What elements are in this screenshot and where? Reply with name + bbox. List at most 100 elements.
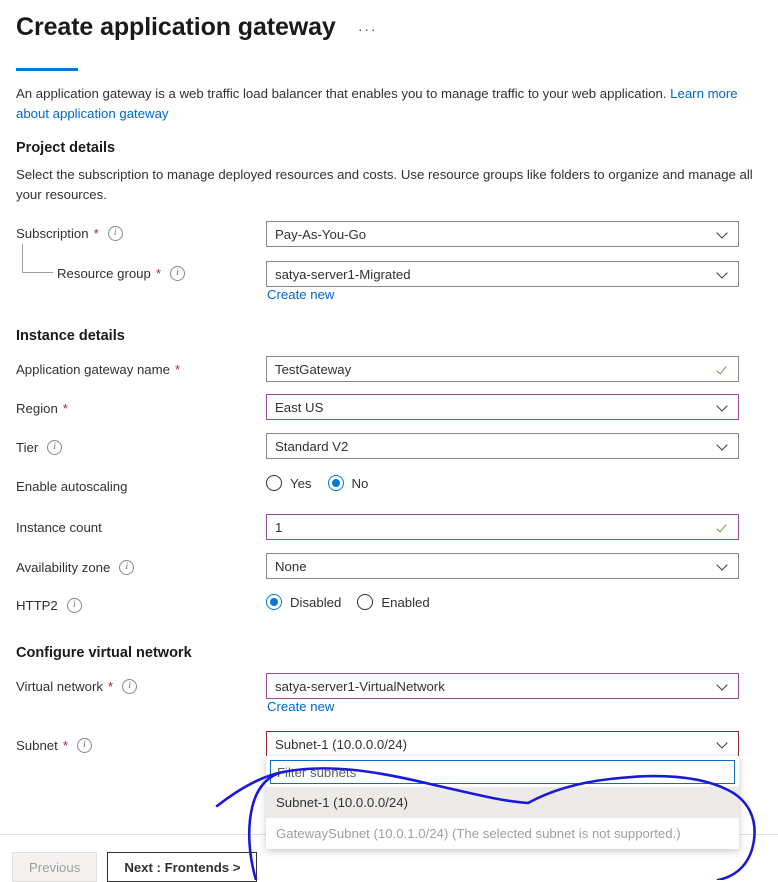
availability-zone-dropdown[interactable]: None [266,553,739,579]
info-icon[interactable]: i [66,598,82,613]
radio-http2-enabled-label: Enabled [381,594,430,610]
virtual-network-dropdown[interactable]: satya-server1-VirtualNetwork [266,673,739,699]
page-header: Create application gateway ··· [0,0,778,44]
required-marker: * [62,738,68,753]
valid-check-icon [717,521,730,534]
intro-text: An application gateway is a web traffic … [16,84,762,124]
label-region-text: Region [16,401,58,416]
radio-autoscaling-no-label: No [351,475,369,491]
radio-circle-icon [266,475,282,491]
section-title-instance-details: Instance details [16,328,125,344]
label-virtual-network-text: Virtual network [16,679,103,694]
chevron-down-icon [717,401,729,413]
radio-http2-enabled[interactable]: Enabled [357,594,430,610]
label-subnet-text: Subnet [16,738,58,753]
radio-autoscaling-yes[interactable]: Yes [266,475,312,491]
gateway-name-input[interactable]: TestGateway [266,356,739,382]
instance-count-input[interactable]: 1 [266,514,739,540]
subscription-dropdown[interactable]: Pay-As-You-Go [266,221,739,247]
label-region: Region * [16,401,68,416]
label-subscription: Subscription * i [16,226,123,241]
intro-sentence: An application gateway is a web traffic … [16,86,671,101]
chevron-down-icon [717,560,729,572]
subnet-dropdown[interactable]: Subnet-1 (10.0.0.0/24) [266,731,739,757]
required-marker: * [155,266,161,281]
label-tier-text: Tier [16,440,39,455]
gateway-name-value: TestGateway [275,361,352,377]
subnet-value: Subnet-1 (10.0.0.0/24) [275,736,407,752]
row-instance-count: Instance count 1 [0,514,778,542]
chevron-down-icon [717,440,729,452]
row-enable-autoscaling: Enable autoscaling Yes No [0,475,778,501]
region-dropdown[interactable]: East US [266,394,739,420]
label-availability-zone: Availability zone i [16,560,135,575]
chevron-down-icon [717,738,729,750]
radio-http2-disabled[interactable]: Disabled [266,594,341,610]
more-options-icon[interactable]: ··· [358,22,378,37]
info-icon[interactable]: i [76,738,92,753]
label-http2: HTTP2 i [16,598,82,613]
required-marker: * [174,362,181,377]
subnet-dropdown-flyout: Subnet-1 (10.0.0.0/24) GatewaySubnet (10… [266,756,739,849]
row-subscription: Subscription * i Pay-As-You-Go [0,221,778,248]
section-title-project-details: Project details [16,140,116,156]
next-frontends-button[interactable]: Next : Frontends > [107,852,258,882]
chevron-down-icon [717,268,729,280]
label-gateway-name-text: Application gateway name [16,362,170,377]
row-virtual-network: Virtual network * i satya-server1-Virtua… [0,673,778,701]
create-new-virtual-network-link[interactable]: Create new [267,699,334,714]
row-region: Region * East US [0,394,778,423]
tier-value: Standard V2 [275,438,349,454]
section-title-virtual-network: Configure virtual network [16,645,192,661]
radio-autoscaling-no[interactable]: No [327,475,369,491]
autoscaling-radio-group: Yes No [266,471,384,495]
resource-group-value: satya-server1-Migrated [275,266,411,282]
row-gateway-name: Application gateway name * TestGateway [0,356,778,384]
required-marker: * [107,679,114,694]
tab-basics[interactable] [16,62,78,80]
section-description-project-details: Select the subscription to manage deploy… [16,167,753,202]
title-row: Create application gateway ··· [0,0,778,44]
label-gateway-name: Application gateway name * [16,362,180,377]
label-http2-text: HTTP2 [16,598,58,613]
radio-circle-selected-icon [327,475,344,491]
page-title: Create application gateway [16,13,336,41]
info-icon[interactable]: i [47,440,63,455]
radio-http2-disabled-label: Disabled [290,594,342,610]
subnet-option-item[interactable]: Subnet-1 (10.0.0.0/24) [266,787,739,818]
info-icon[interactable]: i [122,679,138,694]
label-resource-group: Resource group * i [57,266,185,281]
required-marker: * [93,226,99,241]
create-new-resource-group-link[interactable]: Create new [267,287,334,302]
wizard-footer: Previous Next : Frontends > [12,852,258,882]
label-virtual-network: Virtual network * i [16,679,138,694]
valid-check-icon [717,363,730,376]
row-resource-group: Resource group * i satya-server1-Migrate… [0,261,778,288]
subnet-filter-wrapper [266,756,739,787]
radio-circle-icon [357,594,374,610]
row-availability-zone: Availability zone i None [0,553,778,582]
label-enable-autoscaling: Enable autoscaling [16,479,127,494]
row-tier: Tier i Standard V2 [0,433,778,462]
label-enable-autoscaling-text: Enable autoscaling [16,479,128,494]
label-instance-count: Instance count [16,520,102,535]
chevron-down-icon [717,680,729,692]
info-icon[interactable]: i [107,226,123,241]
info-icon[interactable]: i [119,560,135,575]
http2-radio-group: Disabled Enabled [266,590,446,614]
tier-dropdown[interactable]: Standard V2 [266,433,739,459]
label-subnet: Subnet * i [16,738,92,753]
instance-count-value: 1 [275,519,283,535]
required-marker: * [62,401,68,416]
availability-zone-value: None [275,558,307,574]
subnet-option-item-disabled: GatewaySubnet (10.0.1.0/24) (The selecte… [266,818,739,849]
region-value: East US [275,399,324,415]
resource-group-dropdown[interactable]: satya-server1-Migrated [266,261,739,287]
subscription-value: Pay-As-You-Go [275,226,367,242]
label-availability-zone-text: Availability zone [16,560,111,575]
label-tier: Tier i [16,440,63,455]
label-instance-count-text: Instance count [16,520,102,535]
info-icon[interactable]: i [169,266,185,281]
previous-button[interactable]: Previous [12,852,98,882]
subnet-filter-input[interactable] [270,760,735,784]
